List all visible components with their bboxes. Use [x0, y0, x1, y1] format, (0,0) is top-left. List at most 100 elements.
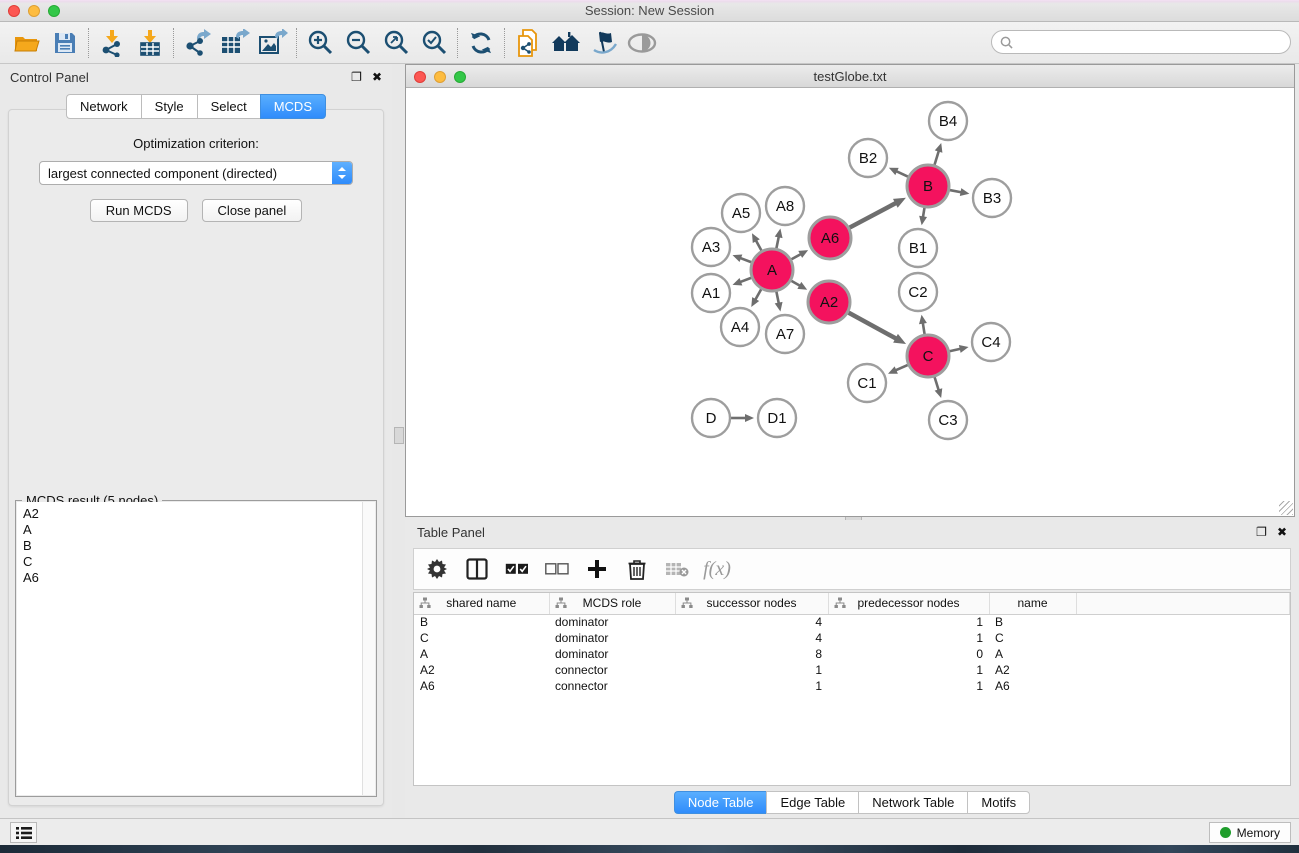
float-panel-icon[interactable]: ❐	[351, 71, 362, 83]
table-cell[interactable]: connector	[549, 678, 675, 694]
network-close-button[interactable]	[414, 71, 426, 83]
delete-table-button[interactable]	[662, 553, 692, 585]
tab-style[interactable]: Style	[141, 94, 197, 119]
table-cell[interactable]: 1	[675, 678, 828, 694]
table-cell[interactable]: dominator	[549, 614, 675, 630]
table-row[interactable]: A2connector11A2	[414, 662, 1290, 678]
table-cell[interactable]: A	[414, 646, 549, 662]
edge-A2-C[interactable]	[848, 313, 897, 340]
refresh-button[interactable]	[462, 26, 500, 60]
network-minimize-button[interactable]	[434, 71, 446, 83]
table-cell[interactable]: C	[414, 630, 549, 646]
table-cell[interactable]: A2	[414, 662, 549, 678]
network-canvas[interactable]: B4B2BB3A5A8A6A3B1AC2A1A2A4A7C4CC1C3DD1	[406, 88, 1294, 516]
zoom-fit-button[interactable]	[377, 26, 415, 60]
memory-button[interactable]: Memory	[1209, 822, 1291, 843]
import-network-button[interactable]	[93, 26, 131, 60]
float-table-panel-icon[interactable]: ❐	[1256, 526, 1267, 538]
column-header[interactable]: predecessor nodes	[828, 593, 989, 614]
column-header[interactable]: shared name	[414, 593, 549, 614]
edge-B-B4[interactable]	[934, 150, 939, 165]
table-row[interactable]: Adominator80A	[414, 646, 1290, 662]
hide-details-button[interactable]	[585, 26, 623, 60]
table-cell[interactable]: A2	[989, 662, 1076, 678]
task-history-button[interactable]	[10, 822, 37, 843]
table-cell[interactable]: 4	[675, 630, 828, 646]
network-graph[interactable]: B4B2BB3A5A8A6A3B1AC2A1A2A4A7C4CC1C3DD1	[406, 88, 1294, 516]
table-cell[interactable]: 1	[828, 678, 989, 694]
close-panel-button[interactable]: Close panel	[202, 199, 303, 222]
column-layout-button[interactable]	[462, 553, 492, 585]
table-cell[interactable]: dominator	[549, 646, 675, 662]
table-cell[interactable]: dominator	[549, 630, 675, 646]
tab-mcds[interactable]: MCDS	[260, 94, 326, 119]
table-cell[interactable]: 8	[675, 646, 828, 662]
edge-C-C3[interactable]	[935, 377, 939, 391]
minimize-window-button[interactable]	[28, 5, 40, 17]
result-scrollbar[interactable]	[362, 502, 375, 795]
first-neighbors-button[interactable]	[547, 26, 585, 60]
run-mcds-button[interactable]: Run MCDS	[90, 199, 188, 222]
add-column-button[interactable]	[582, 553, 612, 585]
resize-grip[interactable]	[1279, 501, 1293, 515]
table-cell[interactable]: 0	[828, 646, 989, 662]
zoom-out-button[interactable]	[339, 26, 377, 60]
delete-column-button[interactable]	[622, 553, 652, 585]
edge-B-B2[interactable]	[895, 171, 908, 177]
tab-motifs[interactable]: Motifs	[967, 791, 1030, 814]
network-window-titlebar[interactable]: testGlobe.txt	[406, 65, 1294, 88]
node-table[interactable]: shared nameMCDS rolesuccessor nodesprede…	[413, 592, 1291, 786]
import-table-button[interactable]	[131, 26, 169, 60]
edge-A-A4[interactable]	[755, 289, 762, 301]
table-row[interactable]: Cdominator41C	[414, 630, 1290, 646]
edge-C-C1[interactable]	[894, 365, 907, 371]
tab-select[interactable]: Select	[197, 94, 260, 119]
table-cell[interactable]: C	[989, 630, 1076, 646]
search-field[interactable]	[991, 30, 1291, 54]
table-cell[interactable]: A6	[989, 678, 1076, 694]
close-table-panel-icon[interactable]: ✖	[1277, 526, 1287, 538]
result-item[interactable]: A6	[23, 570, 375, 586]
table-cell[interactable]: B	[414, 614, 549, 630]
tab-network[interactable]: Network	[66, 94, 141, 119]
table-cell[interactable]: B	[989, 614, 1076, 630]
mcds-result-list[interactable]: A2ABCA6	[17, 502, 375, 795]
zoom-selected-button[interactable]	[415, 26, 453, 60]
result-item[interactable]: A2	[23, 506, 375, 522]
close-window-button[interactable]	[8, 5, 20, 17]
table-cell[interactable]: A6	[414, 678, 549, 694]
show-graphics-details-button[interactable]	[623, 26, 661, 60]
table-cell[interactable]: connector	[549, 662, 675, 678]
table-settings-button[interactable]	[422, 553, 452, 585]
select-all-columns-button[interactable]	[502, 553, 532, 585]
save-session-button[interactable]	[46, 26, 84, 60]
table-cell[interactable]: 1	[828, 614, 989, 630]
column-header[interactable]: name	[989, 593, 1076, 614]
criterion-select[interactable]: largest connected component (directed)	[39, 161, 353, 185]
zoom-window-button[interactable]	[48, 5, 60, 17]
tab-edge-table[interactable]: Edge Table	[766, 791, 858, 814]
export-network-button[interactable]	[178, 26, 216, 60]
column-header[interactable]: successor nodes	[675, 593, 828, 614]
tab-node-table[interactable]: Node Table	[674, 791, 767, 814]
table-cell[interactable]: 1	[828, 662, 989, 678]
column-header[interactable]: MCDS role	[549, 593, 675, 614]
tab-network-table[interactable]: Network Table	[858, 791, 967, 814]
table-row[interactable]: A6connector11A6	[414, 678, 1290, 694]
export-image-button[interactable]	[254, 26, 292, 60]
vertical-split-handle[interactable]	[394, 427, 404, 444]
deselect-all-columns-button[interactable]	[542, 553, 572, 585]
result-item[interactable]: B	[23, 538, 375, 554]
table-cell[interactable]: 1	[828, 630, 989, 646]
clone-network-button[interactable]	[509, 26, 547, 60]
table-cell[interactable]: A	[989, 646, 1076, 662]
edge-A6-B[interactable]	[849, 202, 897, 227]
network-zoom-button[interactable]	[454, 71, 466, 83]
zoom-in-button[interactable]	[301, 26, 339, 60]
export-table-button[interactable]	[216, 26, 254, 60]
open-session-button[interactable]	[8, 26, 46, 60]
function-builder-button[interactable]: f(x)	[702, 553, 732, 585]
close-panel-icon[interactable]: ✖	[372, 71, 382, 83]
result-item[interactable]: A	[23, 522, 375, 538]
table-cell[interactable]: 4	[675, 614, 828, 630]
